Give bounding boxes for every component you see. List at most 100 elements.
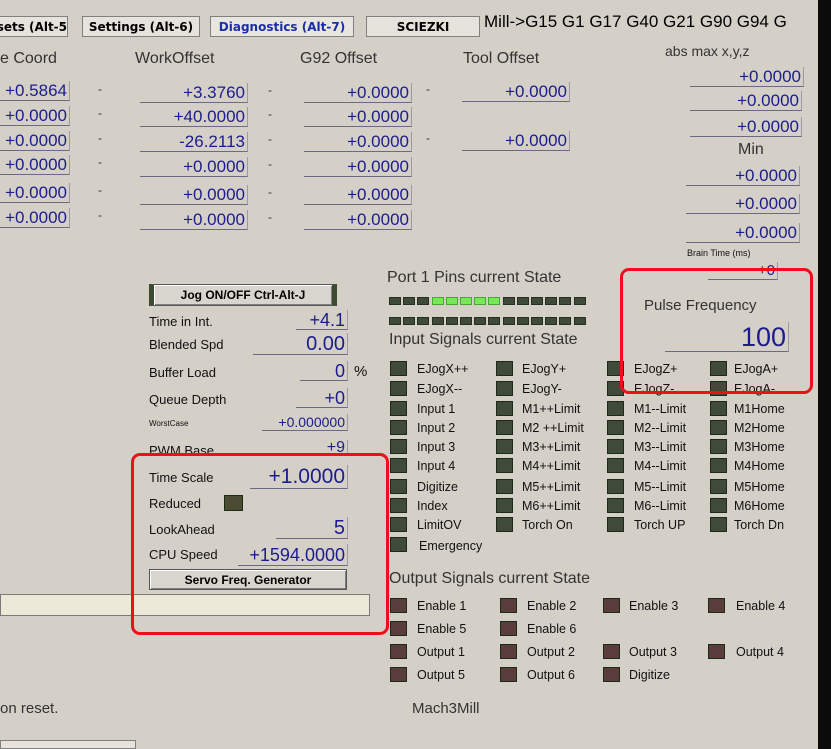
output-signal-led xyxy=(390,667,407,682)
input-signal-led xyxy=(607,498,624,513)
dash: - xyxy=(98,155,102,169)
tool-offset-x[interactable]: +0.0000 xyxy=(462,82,570,102)
tab-diagnostics[interactable]: Diagnostics (Alt-7) xyxy=(210,16,354,37)
abs-max-x[interactable]: +0.0000 xyxy=(690,67,804,87)
port-pin-led xyxy=(417,317,430,325)
input-signal-led xyxy=(496,517,513,532)
time-in-int-value[interactable]: +4.1 xyxy=(296,310,348,330)
input-signal-led xyxy=(607,420,624,435)
output-signal-label: Output 3 xyxy=(629,645,677,659)
input-signal-led xyxy=(607,401,624,416)
output-signal-led xyxy=(708,644,725,659)
work-offset-a[interactable]: +0.0000 xyxy=(140,157,248,177)
abs-min-x[interactable]: +0.0000 xyxy=(686,166,800,186)
machine-coord-z[interactable]: +0.0000 xyxy=(0,131,70,151)
port-pin-led xyxy=(417,297,430,305)
port-pin-led xyxy=(573,297,586,305)
machine-coord-x[interactable]: +0.5864 xyxy=(0,81,70,101)
g92-offset-z[interactable]: +0.0000 xyxy=(304,132,412,152)
output-signal-label: Enable 5 xyxy=(417,622,467,636)
bottom-tab-fragment[interactable] xyxy=(0,740,136,749)
g92-offset-y[interactable]: +0.0000 xyxy=(304,107,412,127)
port-pin-led xyxy=(545,317,558,325)
input-signal-label: M6++Limit xyxy=(522,499,581,513)
port-pin-led xyxy=(488,297,501,305)
machine-coord-b[interactable]: +0.0000 xyxy=(0,183,70,203)
output-signal-label: Output 6 xyxy=(527,668,575,682)
jog-toggle-button[interactable]: Jog ON/OFF Ctrl-Alt-J xyxy=(149,284,337,306)
abs-max-z[interactable]: +0.0000 xyxy=(690,117,802,137)
tab-sciezki[interactable]: SCIEZKI xyxy=(366,16,480,37)
time-in-int-label: Time in Int. xyxy=(149,314,213,329)
input-signal-led xyxy=(710,498,727,513)
port-pin-led xyxy=(474,297,487,305)
dash: - xyxy=(268,83,272,97)
abs-min-z[interactable]: +0.0000 xyxy=(686,223,800,243)
port-pin-led xyxy=(559,297,572,305)
work-offset-header: WorkOffset xyxy=(135,50,215,67)
port-pin-led xyxy=(389,297,401,305)
output-signal-label: Enable 4 xyxy=(736,599,786,613)
output-signal-led xyxy=(500,667,517,682)
port-pin-led xyxy=(573,317,586,325)
input-signal-label: M5--Limit xyxy=(634,480,687,494)
input-signal-led xyxy=(390,381,407,396)
input-signal-led xyxy=(496,479,513,494)
g92-offset-b[interactable]: +0.0000 xyxy=(304,185,412,205)
input-signal-label: Torch Dn xyxy=(734,518,785,532)
emergency-label: Emergency xyxy=(419,539,483,553)
blended-spd-value[interactable]: 0.00 xyxy=(253,333,348,355)
input-signal-led xyxy=(390,401,407,416)
input-signals-title: Input Signals current State xyxy=(389,331,578,348)
work-offset-x[interactable]: +3.3760 xyxy=(140,83,248,103)
tool-offset-header: Tool Offset xyxy=(463,50,540,67)
g92-offset-x[interactable]: +0.0000 xyxy=(304,83,412,103)
machine-coord-header: e Coord xyxy=(0,50,57,67)
input-signal-led xyxy=(496,439,513,454)
input-signal-label: Index xyxy=(417,499,448,513)
input-signal-led xyxy=(710,458,727,473)
tab-settings[interactable]: Settings (Alt-6) xyxy=(82,16,200,37)
input-signal-led xyxy=(710,439,727,454)
input-signal-led xyxy=(496,498,513,513)
tab-offsets[interactable]: fsets (Alt-5) xyxy=(0,16,68,37)
port-pin-led xyxy=(559,317,572,325)
port-pins-title: Port 1 Pins current State xyxy=(387,269,562,286)
input-signal-label: Torch UP xyxy=(634,518,686,532)
queue-depth-label: Queue Depth xyxy=(149,392,227,407)
g92-offset-a[interactable]: +0.0000 xyxy=(304,157,412,177)
input-signal-label: M2Home xyxy=(734,421,785,435)
input-signal-led xyxy=(390,479,407,494)
input-signal-label: EJogX-- xyxy=(417,382,463,396)
buffer-load-value[interactable]: 0 xyxy=(300,361,348,381)
work-offset-c[interactable]: +0.0000 xyxy=(140,210,248,230)
port-pin-led xyxy=(531,297,543,305)
input-signal-label: M2 ++Limit xyxy=(522,421,584,435)
dash: - xyxy=(98,183,102,197)
abs-max-y[interactable]: +0.0000 xyxy=(690,91,802,111)
tool-offset-z[interactable]: +0.0000 xyxy=(462,131,570,151)
work-offset-b[interactable]: +0.0000 xyxy=(140,185,248,205)
port-pin-led xyxy=(516,297,529,305)
input-signal-led xyxy=(496,381,513,396)
worstcase-value[interactable]: +0.000000 xyxy=(262,414,348,431)
input-signal-label: M3++Limit xyxy=(522,440,581,454)
port-pin-led xyxy=(488,317,501,325)
input-signal-label: Torch On xyxy=(522,518,573,532)
work-offset-y[interactable]: +40.0000 xyxy=(140,107,248,127)
abs-min-y[interactable]: +0.0000 xyxy=(686,194,800,214)
dash: - xyxy=(98,106,102,120)
queue-depth-value[interactable]: +0 xyxy=(296,388,348,408)
output-signal-led xyxy=(603,598,620,613)
emergency-led xyxy=(390,537,407,552)
machine-coord-c[interactable]: +0.0000 xyxy=(0,208,70,228)
g92-offset-c[interactable]: +0.0000 xyxy=(304,210,412,230)
blended-spd-label: Blended Spd xyxy=(149,337,224,352)
machine-coord-a[interactable]: +0.0000 xyxy=(0,155,70,175)
work-offset-z[interactable]: -26.2113 xyxy=(140,132,248,152)
input-signal-led xyxy=(710,479,727,494)
output-signal-led xyxy=(390,598,407,613)
machine-coord-y[interactable]: +0.0000 xyxy=(0,106,70,126)
input-signal-led xyxy=(496,420,513,435)
output-signal-led xyxy=(500,621,517,636)
